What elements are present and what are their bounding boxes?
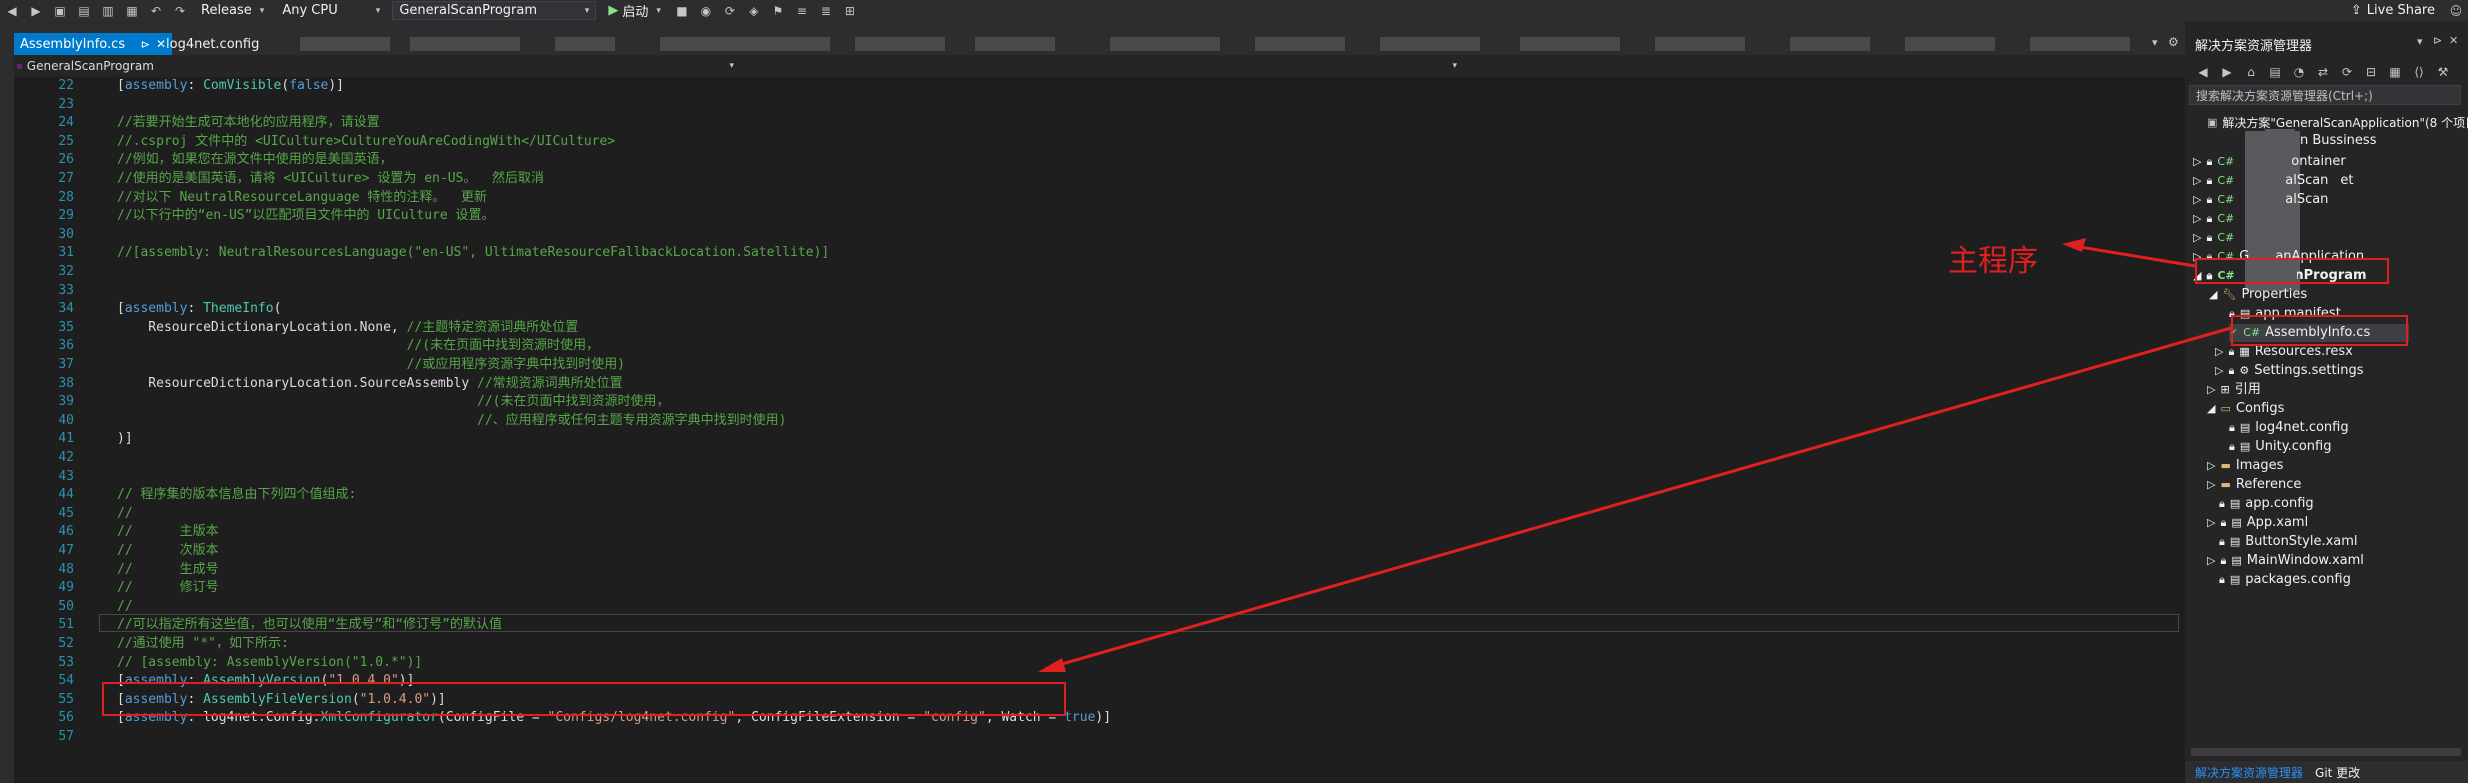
annotation-arrow-code-line bbox=[1047, 326, 2232, 670]
annotation-arrowhead bbox=[1038, 658, 1066, 672]
annotation-arrows bbox=[1038, 238, 2232, 672]
annotation-arrow-main-project bbox=[2067, 243, 2196, 268]
annotation-arrowhead bbox=[2062, 238, 2086, 252]
